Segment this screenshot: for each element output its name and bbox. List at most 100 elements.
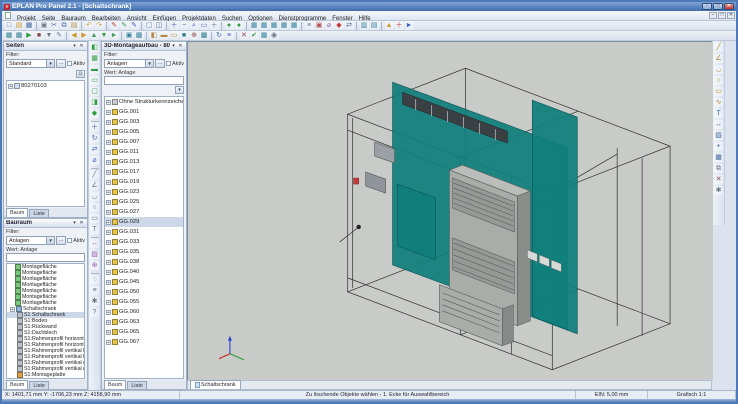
report-icon[interactable]: ▤ [370,21,379,30]
insert-part-icon[interactable]: ▣ [125,31,134,40]
up-icon[interactable]: ▲ [90,31,99,40]
graphic-text-icon[interactable]: T [714,109,723,118]
door-panel[interactable] [532,100,577,334]
grid-4-icon[interactable]: ▦ [280,21,289,30]
expander-icon[interactable]: + [106,100,111,105]
expander-icon[interactable]: + [106,120,111,125]
montage-tree-item[interactable]: +GG.019 [105,177,183,187]
3d-viewport[interactable] [187,41,712,380]
panel-menu-icon[interactable]: ▾ [71,220,78,227]
tab-liste[interactable]: Liste [29,209,49,217]
expander-icon[interactable]: + [106,270,111,275]
grid-5-icon[interactable]: ▦ [290,21,299,30]
delete-icon[interactable]: ✕ [240,31,249,40]
montage-tree-item[interactable]: +GG.013 [105,157,183,167]
mirror-icon[interactable]: ⇄ [90,145,99,154]
montage-tree-item[interactable]: +GG.038 [105,257,183,267]
cabinet-part-item[interactable]: S1:Tür [7,378,84,379]
montage-tree-item[interactable]: +GG.005 [105,127,183,137]
hatch-icon[interactable]: ▨ [90,250,99,259]
print-icon[interactable]: ▣ [40,21,49,30]
edit-green-icon[interactable]: ✎ [120,21,129,30]
expander-icon[interactable]: + [8,84,13,89]
zoom-in-icon[interactable]: ＋ [170,21,179,30]
tab-baum[interactable]: Baum [6,208,28,217]
zoom-out-icon[interactable]: − [180,21,189,30]
checkbox-icon[interactable] [166,61,171,66]
tab-baum[interactable]: Baum [6,380,28,389]
montage-tree-item[interactable]: +GG.035 [105,247,183,257]
drill-pattern-icon[interactable]: ▩ [200,31,209,40]
expander-icon[interactable]: + [106,110,111,115]
montage-tree-item[interactable]: +GG.027 [105,207,183,217]
table-icon[interactable]: ▥ [360,21,369,30]
pages-filter-browse-button[interactable]: ... [56,59,66,68]
expander-icon[interactable]: + [106,200,111,205]
enclosure-icon[interactable]: ▦ [260,31,269,40]
undo-icon[interactable]: ↶ [85,21,94,30]
tab-baum[interactable]: Baum [104,380,126,389]
pages-filter-dropdown[interactable]: Standard ▼ [6,59,55,68]
pages-tree[interactable]: +80270103 [6,80,85,207]
checkbox-icon[interactable] [67,61,72,66]
assembly-icon[interactable]: ▦ [15,31,24,40]
montage-tree-item[interactable]: +GG.007 [105,137,183,147]
polyline-icon[interactable]: ∠ [90,181,99,190]
snap-icon[interactable]: ⊕ [90,261,99,270]
montage-tree-item[interactable]: +GG.011 [105,147,183,157]
graphic-spline-icon[interactable]: ∿ [714,98,723,107]
montage-tree-item[interactable]: +GG.001 [105,107,183,117]
montage-tree[interactable]: +Ohne Strukturkennzeichen+GG.001+GG.003+… [104,96,184,379]
montage-tree-item[interactable]: +GG.045 [105,277,183,287]
stop-icon[interactable]: ■ [35,31,44,40]
down-icon[interactable]: ▼ [100,31,109,40]
montage-tree-item[interactable]: +Ohne Strukturkennzeichen [105,97,183,107]
montage-tree-item[interactable]: +GG.055 [105,297,183,307]
montage-tree-item[interactable]: +GG.003 [105,117,183,127]
montage-filter-active-checkbox[interactable]: Aktiv [166,61,184,67]
text-icon[interactable]: T [90,225,99,234]
filter-icon[interactable]: ▼ [45,31,54,40]
device-nav-icon[interactable]: ▦ [5,31,14,40]
cut-icon[interactable]: ✂ [50,21,59,30]
drill-icon[interactable]: ⊕ [190,31,199,40]
measure-icon[interactable]: ⌀ [325,21,334,30]
update-icon[interactable]: ● [225,21,234,30]
grid-3-icon[interactable]: ▦ [270,21,279,30]
link-icon[interactable]: ⇄ [345,21,354,30]
view-icon[interactable]: ▢ [145,21,154,30]
measure-3d-icon[interactable]: ⌀ [90,156,99,165]
run-icon[interactable]: ▶ [25,31,34,40]
edit-icon[interactable]: ✎ [55,31,64,40]
panel-close-icon[interactable]: ✕ [177,43,184,50]
doc-close-button[interactable]: ✕ [727,12,735,19]
rail-green-icon[interactable]: ▬ [90,65,99,74]
pan-icon[interactable]: ＋ [210,21,219,30]
camera-icon[interactable]: ◉ [270,31,279,40]
erase-icon[interactable]: ✕ [714,175,723,184]
wire-duct-icon[interactable]: ▭ [170,31,179,40]
viewport-tab-schaltschrank[interactable]: Schaltschrank [190,380,241,389]
expander-icon[interactable]: + [106,190,111,195]
expander-icon[interactable]: + [106,300,111,305]
rotate-icon[interactable]: ↻ [215,31,224,40]
montage-tree-item[interactable]: +GG.067 [105,337,183,347]
pages-panel-header[interactable]: Seiten ▾ ✕ [4,42,87,51]
help-icon[interactable]: ? [90,308,99,317]
zoom-window-icon[interactable]: ⌕ [190,21,199,30]
panel-green-icon[interactable]: ◨ [90,98,99,107]
goto-icon[interactable]: ► [405,21,414,30]
properties-icon[interactable]: ✱ [714,186,723,195]
hide-icon[interactable]: ◌ [90,275,99,284]
mounting-plate-icon[interactable]: ■ [180,31,189,40]
grid-1-icon[interactable]: ▦ [250,21,259,30]
insert-unit-icon[interactable]: ▦ [135,31,144,40]
expander-icon[interactable]: + [106,240,111,245]
graphic-polyline-icon[interactable]: ∠ [714,54,723,63]
montage-tree-item[interactable]: +GG.023 [105,187,183,197]
move-icon[interactable]: ＋ [90,123,99,132]
graphic-rect-icon[interactable]: ▭ [714,87,723,96]
bauraum-value-input[interactable] [6,253,85,262]
doc-minimize-button[interactable]: – [709,12,717,19]
bauraum-panel-header[interactable]: Bauraum ▾ ✕ [4,219,87,228]
